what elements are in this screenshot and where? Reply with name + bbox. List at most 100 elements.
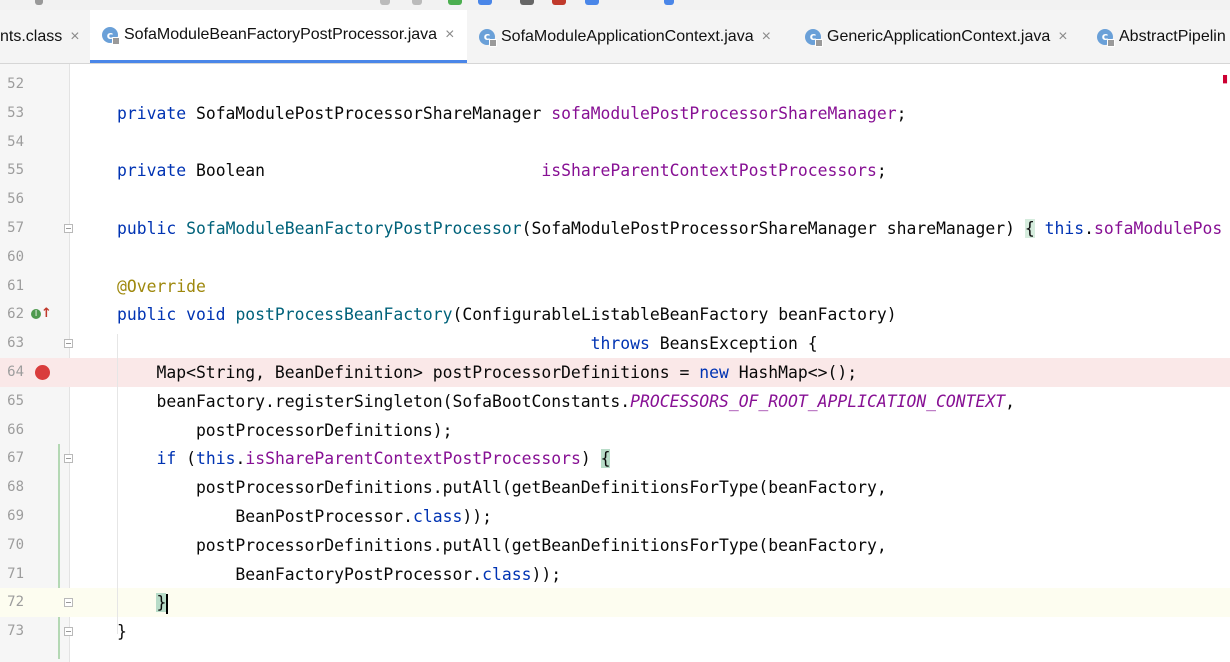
line-number[interactable]: 66 <box>0 416 24 445</box>
toolbar-icon[interactable] <box>448 0 462 5</box>
code-token: postProcessorDefinitions); <box>117 420 453 440</box>
code-token: sofaModulePos <box>1094 219 1223 238</box>
code-text: @Override <box>117 272 206 301</box>
line-number[interactable]: 60 <box>0 243 24 272</box>
line-number[interactable]: 55 <box>0 156 24 185</box>
code-token: ; <box>896 103 907 123</box>
code-line[interactable]: 53 private SofaModulePostProcessorShareMa… <box>0 99 1230 128</box>
code-editor[interactable]: ▮ 52 53 private SofaModulePostProcessorSha… <box>0 64 1230 662</box>
tab-4[interactable]: c GenericApplicationContext.java × <box>793 10 1085 63</box>
indent-guide <box>117 334 118 634</box>
override-icon[interactable]: I ↑ <box>31 306 52 321</box>
close-icon[interactable]: × <box>445 26 454 44</box>
line-number[interactable]: 52 <box>0 70 24 99</box>
code-line[interactable]: 72 } <box>0 588 1230 618</box>
line-number[interactable]: 72 <box>0 588 24 617</box>
toolbar-icon[interactable] <box>585 0 599 5</box>
code-line[interactable]: 69 BeanPostProcessor.class)); <box>0 502 1230 531</box>
code-line[interactable]: 62 public void postProcessBeanFactory(Con… <box>0 300 1230 329</box>
line-number[interactable]: 70 <box>0 531 24 560</box>
close-icon[interactable]: × <box>1058 28 1067 46</box>
code-text: Map<String, BeanDefinition> postProcesso… <box>117 358 857 387</box>
code-line[interactable]: 54 <box>0 128 1230 157</box>
toolbar-icon[interactable] <box>380 0 390 5</box>
line-number[interactable]: 54 <box>0 128 24 157</box>
code-line[interactable]: 52 <box>0 70 1230 99</box>
tab-5[interactable]: c AbstractPipelin <box>1085 10 1230 63</box>
code-line[interactable]: 73} <box>0 617 1230 646</box>
line-number[interactable]: 65 <box>0 387 24 416</box>
tab-1[interactable]: nts.class × <box>0 10 90 63</box>
code-token: isShareParentContextPostProcessors <box>245 449 581 469</box>
fold-icon[interactable] <box>64 339 73 349</box>
toolbar-icon[interactable] <box>520 0 534 5</box>
toolbar-icon[interactable] <box>664 0 674 5</box>
code-line[interactable]: 55 private Boolean isShareParentContextPo… <box>0 156 1230 185</box>
code-token: ( <box>176 449 196 469</box>
code-text: BeanFactoryPostProcessor.class)); <box>117 560 561 589</box>
close-icon[interactable]: × <box>762 28 771 46</box>
code-line[interactable]: 57 public SofaModuleBeanFactoryPostProces… <box>0 214 1230 243</box>
code-token: class <box>482 564 532 584</box>
code-line[interactable]: 68 postProcessorDefinitions.putAll(getBe… <box>0 473 1230 502</box>
toolbar-icon[interactable] <box>552 0 566 5</box>
code-line[interactable]: 64 Map<String, BeanDefinition> postProce… <box>0 358 1230 387</box>
fold-icon[interactable] <box>64 454 73 464</box>
code-token: isShareParentContextPostProcessors <box>541 161 877 181</box>
code-token: class <box>413 507 463 526</box>
line-number[interactable]: 63 <box>0 329 24 358</box>
line-number[interactable]: 67 <box>0 444 24 473</box>
fold-icon[interactable] <box>64 627 73 637</box>
code-text: private SofaModulePostProcessorShareMana… <box>117 99 906 128</box>
code-text: BeanPostProcessor.class)); <box>117 502 492 531</box>
code-line[interactable]: 66 postProcessorDefinitions); <box>0 416 1230 445</box>
code-line[interactable]: 70 postProcessorDefinitions.putAll(getBe… <box>0 531 1230 560</box>
tab-label: GenericApplicationContext.java <box>827 27 1051 45</box>
line-number[interactable]: 62 <box>0 300 24 329</box>
line-number[interactable]: 61 <box>0 272 24 301</box>
close-icon[interactable]: × <box>70 28 79 46</box>
code-text: } <box>117 588 169 617</box>
code-token: { <box>1024 219 1035 238</box>
fold-icon[interactable] <box>64 224 73 233</box>
code-token: )); <box>531 564 562 584</box>
code-text: private Boolean isShareParentContextPost… <box>117 156 887 185</box>
code-token: HashMap<>(); <box>728 363 858 382</box>
toolbar-icon[interactable] <box>35 0 43 5</box>
line-number[interactable]: 56 <box>0 185 24 214</box>
line-number[interactable]: 71 <box>0 560 24 589</box>
code-token: , <box>1005 391 1015 411</box>
code-line[interactable]: 63 throws BeansException { <box>0 329 1230 358</box>
toolbar-icon[interactable] <box>478 0 492 5</box>
line-number[interactable]: 64 <box>0 358 24 387</box>
code-line[interactable]: 60 <box>0 243 1230 272</box>
line-number[interactable]: 53 <box>0 99 24 128</box>
code-line[interactable]: 56 <box>0 185 1230 214</box>
line-number[interactable]: 69 <box>0 502 24 531</box>
code-token: sofaModulePostProcessorShareManager <box>551 103 897 123</box>
tab-2[interactable]: c SofaModuleBeanFactoryPostProcessor.java… <box>90 10 467 63</box>
code-token: private <box>117 161 187 181</box>
breakpoint-icon[interactable] <box>35 365 50 380</box>
toolbar-icon[interactable] <box>412 0 422 5</box>
code-line[interactable]: 65 beanFactory.registerSingleton(SofaBoo… <box>0 387 1230 416</box>
line-number[interactable]: 68 <box>0 473 24 502</box>
tab-3[interactable]: c SofaModuleApplicationContext.java × <box>467 10 793 63</box>
code-line[interactable]: 61 @Override <box>0 272 1230 301</box>
tab-label: SofaModuleApplicationContext.java <box>501 27 754 45</box>
java-class-icon: c <box>805 28 823 47</box>
code-text: postProcessorDefinitions.putAll(getBeanD… <box>117 473 887 502</box>
code-token: SofaModulePostProcessorShareManager <box>195 103 552 123</box>
code-token: new <box>699 363 729 382</box>
code-line[interactable]: 71 BeanFactoryPostProcessor.class)); <box>0 560 1230 589</box>
line-number[interactable]: 57 <box>0 214 24 243</box>
code-token: private <box>117 103 187 123</box>
fold-icon[interactable] <box>64 598 73 608</box>
code-line[interactable]: 67 if (this.isShareParentContextPostProc… <box>0 444 1230 473</box>
java-class-icon: c <box>1097 28 1115 47</box>
line-number[interactable]: 73 <box>0 617 24 646</box>
